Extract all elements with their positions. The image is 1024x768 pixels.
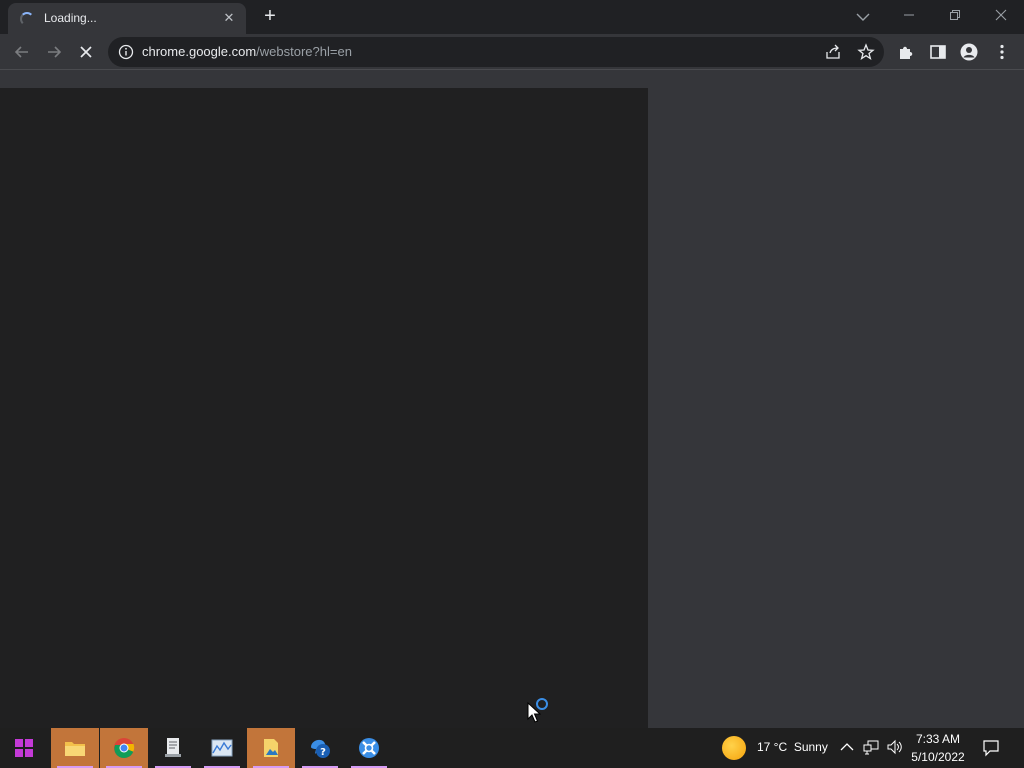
taskbar-pictures-app[interactable]: [247, 728, 295, 768]
network-icon[interactable]: [862, 738, 880, 756]
share-icon[interactable]: [824, 43, 842, 61]
windows-logo-icon: [15, 739, 33, 757]
tab-close-button[interactable]: ✕: [220, 9, 238, 27]
star-icon[interactable]: [857, 43, 875, 61]
title-bar: Loading... ✕ +: [0, 0, 1024, 34]
chevron-down-icon: [856, 13, 870, 21]
new-tab-button[interactable]: +: [258, 5, 282, 29]
screen: Loading... ✕ + chrome.google.com/webstor…: [0, 0, 1024, 768]
weather-sun-icon[interactable]: [722, 736, 746, 760]
tab-title: Loading...: [44, 11, 97, 25]
weather-temp: 17 °C: [757, 740, 788, 754]
close-icon: [995, 9, 1007, 21]
restore-button[interactable]: [932, 0, 978, 30]
taskbar-help-app[interactable]: ?: [296, 728, 344, 768]
minimize-button[interactable]: [886, 0, 932, 30]
arrow-left-icon: [14, 46, 28, 58]
restore-icon: [950, 10, 960, 20]
weather-condition: Sunny: [793, 740, 828, 754]
url-text[interactable]: chrome.google.com/webstore?hl=en: [142, 44, 352, 59]
clock-date[interactable]: 5/10/2022: [906, 750, 970, 764]
document-icon: [165, 738, 181, 757]
minimize-icon: [904, 14, 914, 16]
info-icon[interactable]: [118, 44, 134, 60]
settings-app-icon: [359, 738, 379, 758]
folder-icon: [65, 742, 85, 756]
page-content: [0, 70, 1024, 728]
menu-kebab-icon[interactable]: [993, 43, 1011, 61]
back-button[interactable]: [10, 40, 34, 64]
extensions-puzzle-icon[interactable]: [897, 43, 915, 61]
loading-spinner-icon: [20, 12, 34, 26]
tab-search-button[interactable]: [852, 6, 874, 28]
loading-panel: [0, 88, 648, 728]
chevron-up-icon[interactable]: [838, 738, 856, 756]
forward-button[interactable]: [42, 40, 66, 64]
chrome-icon: [114, 738, 135, 758]
line-chart-icon: [211, 739, 233, 757]
taskbar-chrome[interactable]: [100, 728, 148, 768]
side-panel-icon[interactable]: [929, 43, 947, 61]
volume-icon[interactable]: [886, 738, 904, 756]
close-icon: [80, 46, 92, 58]
clock-time[interactable]: 7:33 AM: [906, 732, 970, 746]
svg-text:?: ?: [320, 747, 326, 758]
image-folder-icon: [264, 739, 278, 757]
notification-icon[interactable]: [982, 739, 1000, 757]
arrow-right-icon: [48, 46, 62, 58]
taskbar-file-explorer[interactable]: [51, 728, 99, 768]
browser-toolbar: chrome.google.com/webstore?hl=en: [0, 34, 1024, 70]
address-bar[interactable]: chrome.google.com/webstore?hl=en: [108, 37, 884, 67]
weather-widget[interactable]: 17 °C Sunny: [757, 740, 828, 754]
busy-indicator-icon: [536, 698, 548, 710]
url-path: /webstore?hl=en: [256, 44, 352, 59]
stop-loading-button[interactable]: [74, 40, 98, 64]
close-window-button[interactable]: [978, 0, 1024, 30]
help-icon: ?: [311, 739, 330, 758]
taskbar-settings-app[interactable]: [345, 728, 393, 768]
profile-icon[interactable]: [960, 43, 978, 61]
browser-tab[interactable]: Loading... ✕: [8, 3, 246, 34]
start-button[interactable]: [0, 728, 48, 768]
url-host: chrome.google.com: [142, 44, 257, 59]
taskbar-document-app[interactable]: [149, 728, 197, 768]
taskbar-chart-app[interactable]: [198, 728, 246, 768]
